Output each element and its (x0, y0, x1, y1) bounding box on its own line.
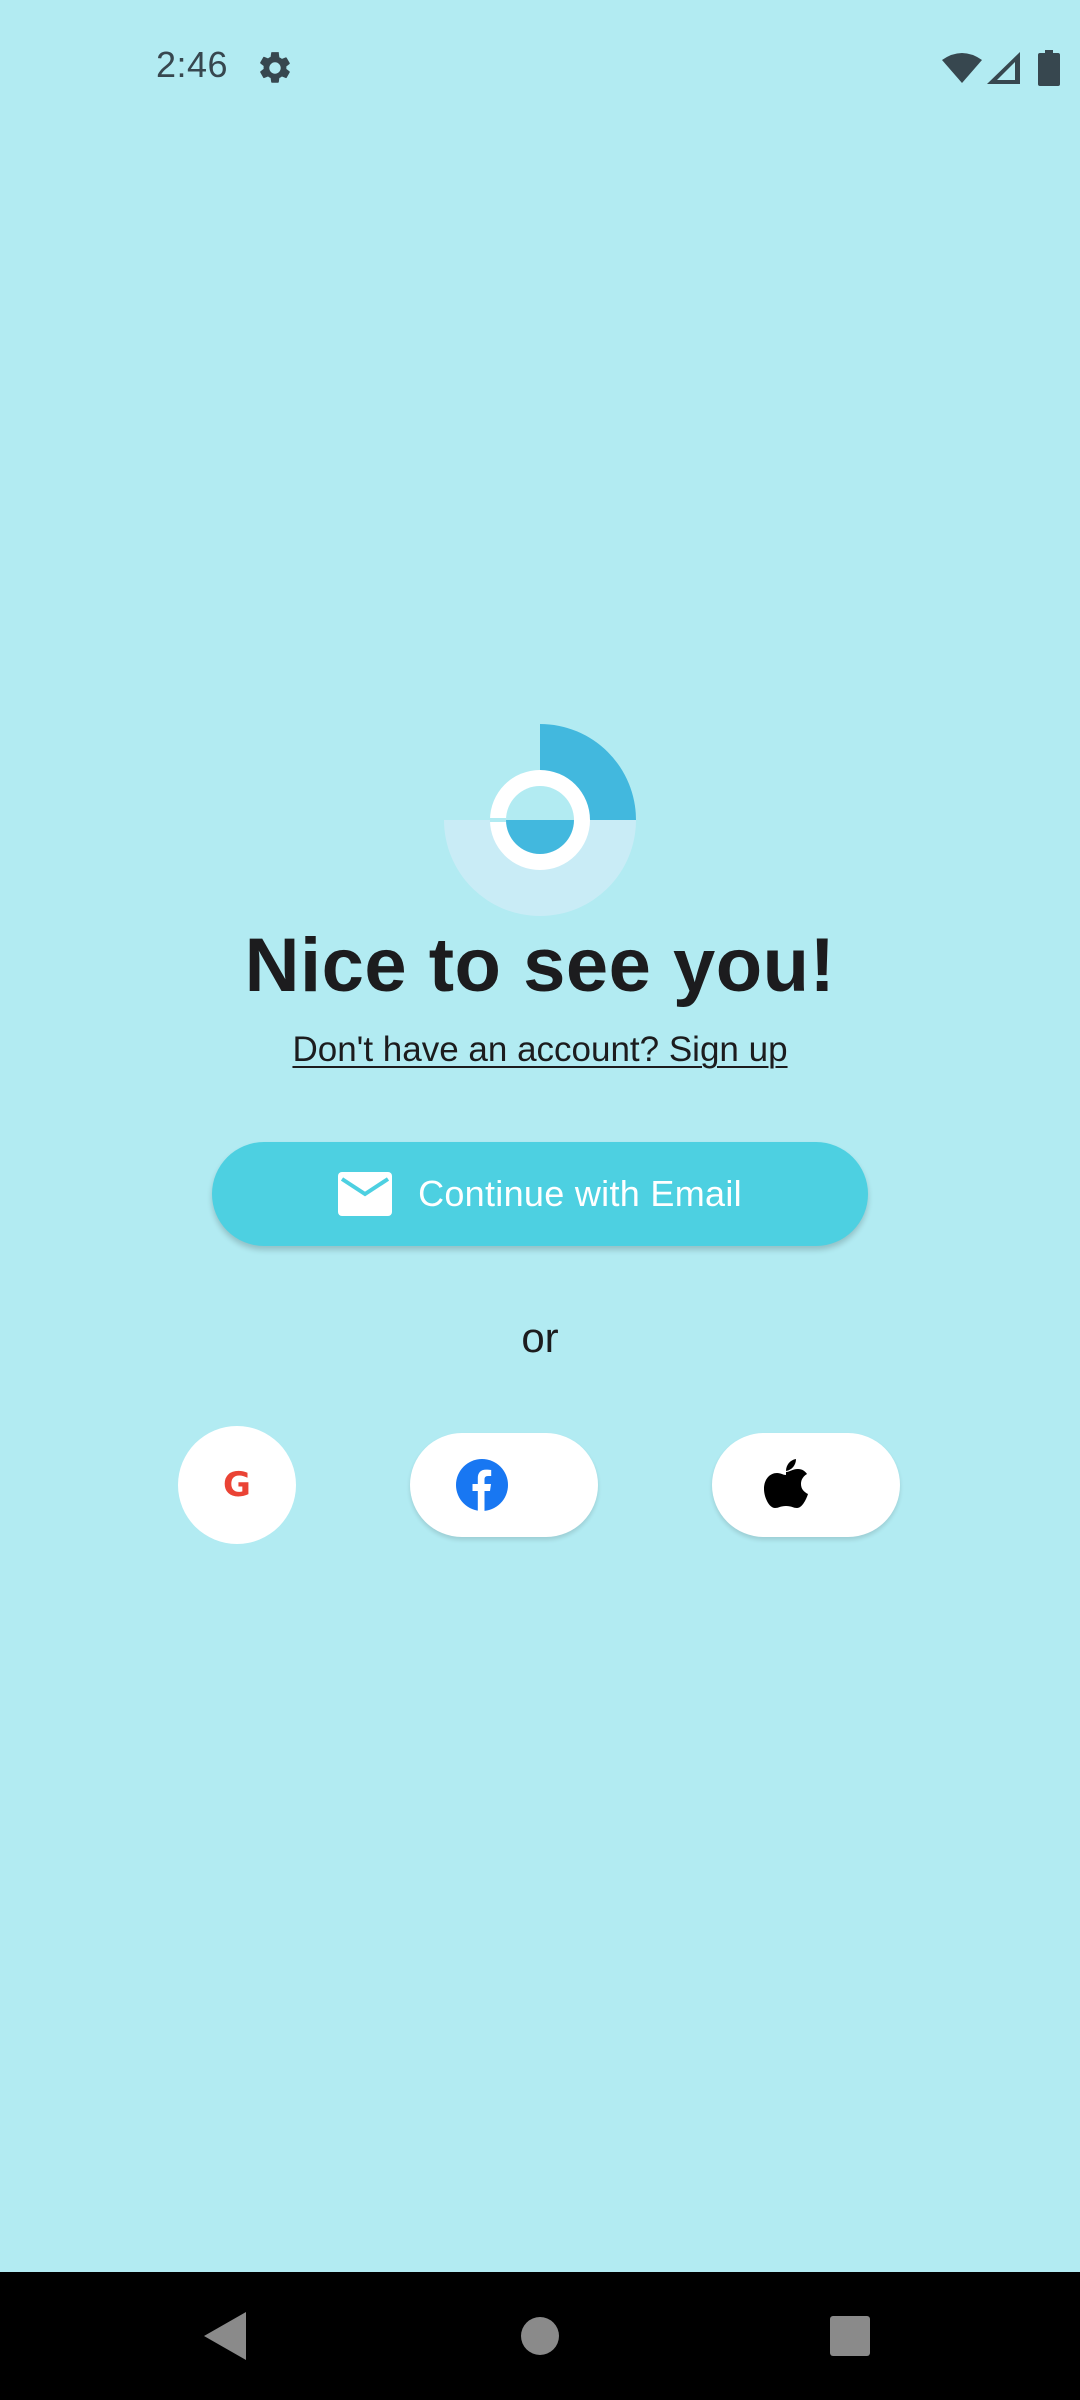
wifi-icon (942, 53, 982, 83)
google-icon: G (223, 1465, 251, 1505)
back-icon[interactable] (204, 2312, 246, 2360)
home-icon[interactable] (520, 2316, 560, 2356)
status-time: 2:46 (156, 44, 229, 85)
facebook-icon (456, 1459, 508, 1511)
cell-signal-icon (987, 52, 1020, 84)
battery-icon (1038, 50, 1060, 86)
system-navigation-bar (0, 2272, 1080, 2400)
apple-icon (764, 1459, 808, 1508)
continue-with-email-label: Continue with Email (418, 1173, 742, 1214)
gear-icon (260, 52, 290, 83)
status-bar: 2:46 (0, 0, 1080, 136)
recents-icon[interactable] (830, 2316, 870, 2356)
app-logo-icon (444, 724, 636, 916)
signup-link[interactable]: Don't have an account? Sign up (0, 1030, 1080, 1070)
page-title: Nice to see you! (244, 923, 836, 1008)
facebook-sign-in-button[interactable] (410, 1433, 598, 1537)
mail-icon (338, 1172, 393, 1216)
continue-with-email-button[interactable]: Continue with Email (212, 1142, 868, 1246)
apple-sign-in-button[interactable] (712, 1433, 900, 1537)
or-separator: or (521, 1314, 559, 1361)
google-sign-in-button[interactable]: G (178, 1426, 296, 1544)
